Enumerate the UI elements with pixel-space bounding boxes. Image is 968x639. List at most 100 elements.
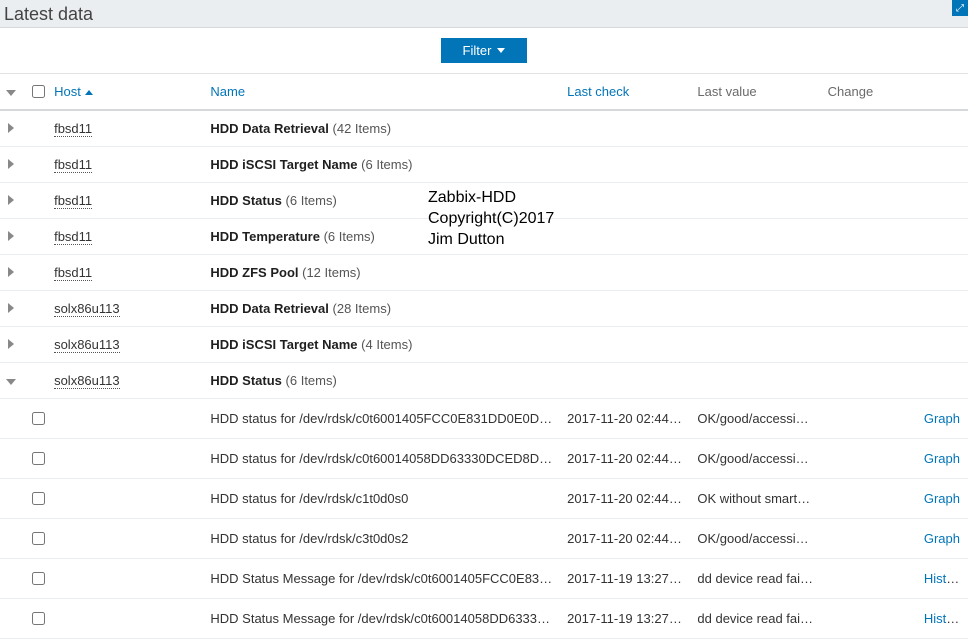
item-checkbox[interactable] — [32, 532, 45, 545]
item-checkbox-cell — [22, 439, 48, 479]
item-action-link[interactable]: Graph — [924, 531, 960, 546]
group-name-cell: HDD Status (6 Items) — [204, 183, 561, 219]
item-last-value: OK without smartctl… — [691, 479, 821, 519]
item-name: HDD Status Message for /dev/rdsk/c0t6001… — [204, 599, 561, 639]
group-checkbox-cell — [22, 183, 48, 219]
item-last-check: 2017-11-19 13:27:54 — [561, 559, 691, 599]
item-action-link[interactable]: Graph — [924, 451, 960, 466]
host-link[interactable]: fbsd11 — [54, 157, 92, 173]
item-last-check: 2017-11-20 02:44:24 — [561, 519, 691, 559]
group-name: HDD iSCSI Target Name — [210, 337, 357, 352]
host-cell: fbsd11 — [48, 219, 204, 255]
group-row: fbsd11 HDD ZFS Pool (12 Items) — [0, 255, 968, 291]
latest-data-table: Host Name Last check Last value Change f… — [0, 74, 968, 639]
group-count: (6 Items) — [286, 373, 337, 388]
table-header-row: Host Name Last check Last value Change — [0, 74, 968, 110]
item-checkbox[interactable] — [32, 452, 45, 465]
expand-toggle[interactable] — [0, 219, 22, 255]
group-checkbox-cell — [22, 363, 48, 399]
item-name: HDD status for /dev/rdsk/c0t60014058DD63… — [204, 439, 561, 479]
group-name: HDD Data Retrieval — [210, 121, 329, 136]
item-checkbox[interactable] — [32, 492, 45, 505]
item-name: HDD status for /dev/rdsk/c0t6001405FCC0E… — [204, 399, 561, 439]
expand-toggle[interactable] — [0, 147, 22, 183]
expand-toggle[interactable] — [0, 110, 22, 147]
group-row: solx86u113 HDD Data Retrieval (28 Items) — [0, 291, 968, 327]
host-link[interactable]: fbsd11 — [54, 265, 92, 281]
item-action-link[interactable]: History — [924, 571, 964, 586]
group-name-cell: HDD Data Retrieval (42 Items) — [204, 110, 561, 147]
column-change: Change — [822, 74, 918, 110]
host-cell: fbsd11 — [48, 110, 204, 147]
chevron-right-icon — [8, 267, 14, 277]
item-name: HDD Status Message for /dev/rdsk/c0t6001… — [204, 559, 561, 599]
host-link[interactable]: fbsd11 — [54, 121, 92, 137]
column-last-value: Last value — [691, 74, 821, 110]
group-count: (6 Items) — [324, 229, 375, 244]
item-checkbox-cell — [22, 519, 48, 559]
host-cell: fbsd11 — [48, 147, 204, 183]
item-last-value: OK/good/accessibl… — [691, 439, 821, 479]
item-checkbox-cell — [22, 599, 48, 639]
item-row: HDD status for /dev/rdsk/c1t0d0s0 2017-1… — [0, 479, 968, 519]
column-action — [918, 74, 968, 110]
group-name: HDD Temperature — [210, 229, 320, 244]
group-count: (6 Items) — [286, 193, 337, 208]
group-count: (28 Items) — [333, 301, 392, 316]
item-checkbox[interactable] — [32, 612, 45, 625]
chevron-right-icon — [8, 159, 14, 169]
item-last-value: OK/good/accessibl… — [691, 519, 821, 559]
page-title: Latest data — [4, 4, 93, 24]
expand-toggle[interactable] — [0, 255, 22, 291]
chevron-right-icon — [8, 303, 14, 313]
fullscreen-button[interactable]: ⤢ — [952, 0, 968, 16]
column-name[interactable]: Name — [204, 74, 561, 110]
item-row: HDD status for /dev/rdsk/c3t0d0s2 2017-1… — [0, 519, 968, 559]
group-name-cell: HDD Status (6 Items) — [204, 363, 561, 399]
expand-toggle[interactable] — [0, 183, 22, 219]
host-link[interactable]: fbsd11 — [54, 193, 92, 209]
item-checkbox[interactable] — [32, 412, 45, 425]
item-action-link[interactable]: Graph — [924, 491, 960, 506]
group-row: fbsd11 HDD iSCSI Target Name (6 Items) — [0, 147, 968, 183]
item-last-check: 2017-11-20 02:44:24 — [561, 479, 691, 519]
group-name: HDD Status — [210, 373, 282, 388]
item-change — [822, 559, 918, 599]
column-last-check[interactable]: Last check — [561, 74, 691, 110]
item-checkbox[interactable] — [32, 572, 45, 585]
group-row: solx86u113 HDD iSCSI Target Name (4 Item… — [0, 327, 968, 363]
group-name-cell: HDD iSCSI Target Name (6 Items) — [204, 147, 561, 183]
item-last-value: dd device read failed — [691, 599, 821, 639]
item-change — [822, 599, 918, 639]
item-name: HDD status for /dev/rdsk/c3t0d0s2 — [204, 519, 561, 559]
select-all-header[interactable] — [22, 74, 48, 110]
chevron-right-icon — [8, 339, 14, 349]
host-cell: fbsd11 — [48, 183, 204, 219]
filter-button[interactable]: Filter — [441, 38, 528, 63]
chevron-right-icon — [8, 195, 14, 205]
host-link[interactable]: solx86u113 — [54, 373, 120, 389]
chevron-down-icon — [497, 48, 505, 53]
item-change — [822, 439, 918, 479]
expand-toggle[interactable] — [0, 363, 22, 399]
item-checkbox-cell — [22, 479, 48, 519]
host-link[interactable]: solx86u113 — [54, 301, 120, 317]
expand-toggle[interactable] — [0, 291, 22, 327]
item-action-link[interactable]: Graph — [924, 411, 960, 426]
item-action-link[interactable]: History — [924, 611, 964, 626]
item-last-check: 2017-11-20 02:44:22 — [561, 399, 691, 439]
host-cell: solx86u113 — [48, 291, 204, 327]
filter-bar: Filter — [0, 28, 968, 74]
column-host[interactable]: Host — [48, 74, 204, 110]
expand-toggle[interactable] — [0, 327, 22, 363]
select-all-checkbox[interactable] — [32, 85, 45, 98]
group-row: fbsd11 HDD Temperature (6 Items) — [0, 219, 968, 255]
host-link[interactable]: fbsd11 — [54, 229, 92, 245]
group-name-cell: HDD Temperature (6 Items) — [204, 219, 561, 255]
group-row: fbsd11 HDD Status (6 Items) — [0, 183, 968, 219]
host-link[interactable]: solx86u113 — [54, 337, 120, 353]
group-checkbox-cell — [22, 291, 48, 327]
chevron-down-icon — [6, 379, 16, 385]
sort-asc-icon — [85, 90, 93, 95]
expand-all-header[interactable] — [0, 74, 22, 110]
